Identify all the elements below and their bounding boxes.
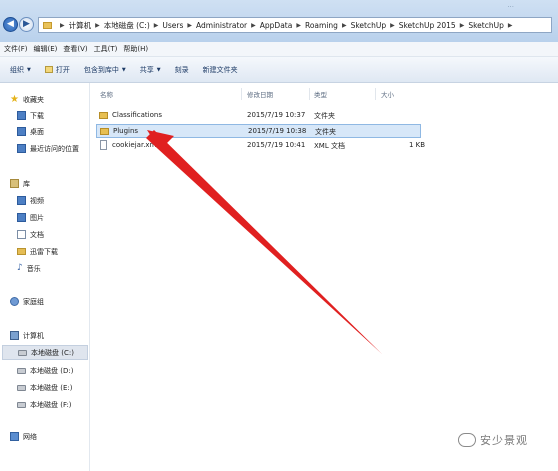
wechat-icon: [458, 433, 476, 447]
arrow-shaft: [146, 130, 382, 354]
annotation-arrow: [146, 130, 382, 354]
watermark-text: 安少景观: [480, 434, 528, 447]
watermark: 安少景观: [458, 432, 528, 448]
